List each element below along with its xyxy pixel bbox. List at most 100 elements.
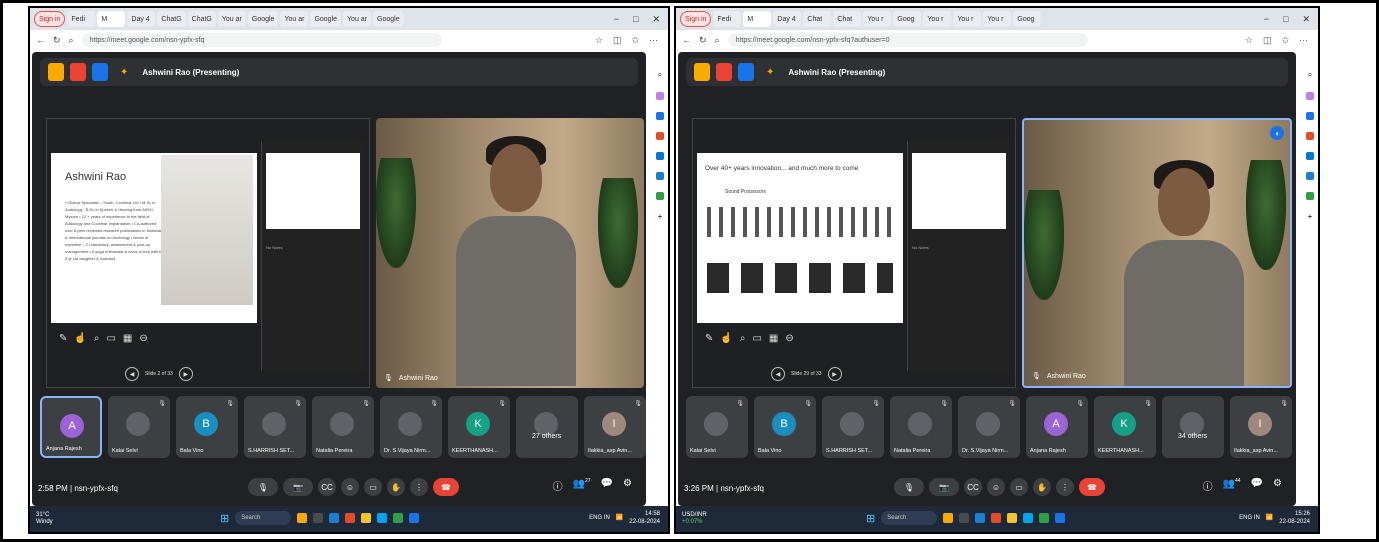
- weather-widget[interactable]: 31°C Windy: [36, 512, 53, 526]
- tab-7[interactable]: Google: [247, 11, 279, 27]
- minimize-icon[interactable]: −: [1264, 14, 1269, 25]
- tray-lang[interactable]: ENG IN: [1239, 514, 1260, 522]
- tray-time[interactable]: 15:26: [1279, 510, 1310, 518]
- favorites-icon[interactable]: ✩: [1281, 35, 1289, 46]
- sidebar-search-icon[interactable]: ⌕: [658, 70, 662, 80]
- others-tile[interactable]: 34 others: [1162, 396, 1224, 458]
- app-icon[interactable]: [943, 513, 954, 523]
- tab-4[interactable]: ChatG: [157, 11, 186, 27]
- tab-9[interactable]: You r: [953, 11, 982, 27]
- folder-icon[interactable]: [1007, 513, 1018, 523]
- app-icon[interactable]: [393, 513, 404, 523]
- record-app-icon[interactable]: [716, 63, 732, 81]
- pen-icon[interactable]: ✎: [705, 333, 713, 344]
- maximize-icon[interactable]: □: [633, 14, 638, 25]
- next-slide-thumbnail[interactable]: [912, 153, 1006, 229]
- participant-tile[interactable]: K 🎙 KEERTHANASH...: [448, 396, 510, 458]
- app-icon[interactable]: [313, 513, 324, 523]
- ticker-widget[interactable]: USD/INR +0.07%: [682, 512, 707, 526]
- sign-in-button[interactable]: Sign in: [680, 11, 712, 27]
- add-icon[interactable]: +: [658, 212, 663, 221]
- activities-icon[interactable]: ⚙: [1273, 478, 1282, 493]
- zoom-icon[interactable]: ⌕: [740, 333, 746, 344]
- leave-call-button[interactable]: ☎: [1079, 478, 1105, 496]
- minus-icon[interactable]: ⊖: [785, 333, 793, 344]
- tab-10[interactable]: You r: [983, 11, 1012, 27]
- participant-tile[interactable]: 🎙 S.HARRISH SET...: [244, 396, 306, 458]
- participant-tile[interactable]: I 🎙 Ilakkia_asp Avin...: [1230, 396, 1292, 458]
- star-icon[interactable]: ☆: [1245, 35, 1253, 46]
- taskbar-search[interactable]: Search: [235, 511, 292, 525]
- sign-in-button[interactable]: Sign in: [34, 11, 66, 27]
- captions-button[interactable]: CC: [964, 478, 982, 496]
- docs-app-icon[interactable]: [738, 63, 754, 81]
- add-icon[interactable]: +: [1308, 212, 1313, 221]
- windows-start-icon[interactable]: ⊞: [866, 512, 875, 525]
- star-icon[interactable]: ☆: [595, 35, 603, 46]
- speaker-video[interactable]: ◖ 🎙 Ashwini Rao: [1022, 118, 1292, 388]
- folder-icon[interactable]: [361, 513, 372, 523]
- raise-hand-button[interactable]: ✋: [387, 478, 405, 496]
- games-icon[interactable]: [656, 192, 664, 200]
- camera-button[interactable]: 📷: [929, 478, 959, 496]
- copilot-icon[interactable]: [1306, 92, 1314, 100]
- mic-button[interactable]: 🎙: [894, 478, 924, 496]
- app-icon[interactable]: [345, 513, 356, 523]
- app-icon[interactable]: [1055, 513, 1066, 523]
- copilot-icon[interactable]: [656, 92, 664, 100]
- more-icon[interactable]: ⋯: [649, 35, 658, 46]
- mic-button[interactable]: 🎙: [248, 478, 278, 496]
- prev-slide-button[interactable]: ◀: [771, 367, 785, 381]
- tab-3[interactable]: Day 4: [127, 11, 156, 27]
- app-icon[interactable]: [975, 513, 986, 523]
- tab-4[interactable]: Chat: [803, 11, 832, 27]
- pointer-icon[interactable]: ☝: [74, 333, 86, 344]
- office-icon[interactable]: [656, 152, 664, 160]
- minus-icon[interactable]: ⊖: [139, 333, 147, 344]
- tools-icon[interactable]: [1306, 132, 1314, 140]
- docs-app-icon[interactable]: [92, 63, 108, 81]
- participant-tile[interactable]: A 🎙 Anjana Rajesh: [1026, 396, 1088, 458]
- leave-call-button[interactable]: ☎: [433, 478, 459, 496]
- maximize-icon[interactable]: □: [1283, 14, 1288, 25]
- split-screen-icon[interactable]: ◫: [1263, 35, 1272, 46]
- tab-10[interactable]: You ar: [343, 11, 372, 27]
- next-slide-thumbnail[interactable]: [266, 153, 360, 229]
- speaker-video[interactable]: 🎙 Ashwini Rao: [376, 118, 644, 388]
- app-icon[interactable]: [1023, 513, 1034, 523]
- people-icon[interactable]: 👥44: [1223, 478, 1241, 493]
- more-options-button[interactable]: ⋮: [410, 478, 428, 496]
- app-icon[interactable]: [959, 513, 970, 523]
- prev-slide-button[interactable]: ◀: [125, 367, 139, 381]
- tray-time[interactable]: 14:58: [629, 510, 660, 518]
- shopping-icon[interactable]: [1306, 112, 1314, 120]
- info-icon[interactable]: ⓘ: [553, 478, 563, 493]
- tab-8[interactable]: You r: [923, 11, 952, 27]
- back-icon[interactable]: ←: [682, 35, 691, 45]
- present-button[interactable]: ▭: [1010, 478, 1028, 496]
- search-icon[interactable]: ⌕: [69, 35, 74, 46]
- whiteboard-app-icon[interactable]: [48, 63, 64, 81]
- url-field[interactable]: https://meet.google.com/nsn-ypfx-sfq: [81, 33, 442, 47]
- wifi-icon[interactable]: 📶: [616, 514, 623, 522]
- camera-button[interactable]: 📷: [283, 478, 313, 496]
- close-icon[interactable]: ✕: [652, 14, 660, 25]
- tab-9[interactable]: Google: [310, 11, 342, 27]
- taskbar-search[interactable]: Search: [881, 511, 938, 525]
- tab-1[interactable]: Fedi: [713, 11, 742, 27]
- search-icon[interactable]: ⌕: [715, 35, 720, 46]
- participant-tile[interactable]: 🎙 Natalia Pereira: [890, 396, 952, 458]
- tab-1[interactable]: Fedi: [67, 11, 96, 27]
- whiteboard-app-icon[interactable]: [694, 63, 710, 81]
- grid-icon[interactable]: ▦: [769, 333, 778, 344]
- reload-icon[interactable]: ↻: [699, 35, 707, 46]
- tab-8[interactable]: You ar: [280, 11, 309, 27]
- more-icon[interactable]: ⋯: [1299, 35, 1308, 46]
- tab-meet[interactable]: M: [97, 11, 126, 27]
- participant-tile[interactable]: 🎙 S.HARRISH SET...: [822, 396, 884, 458]
- app-icon[interactable]: [297, 513, 308, 523]
- participant-tile[interactable]: A Anjana Rajesh: [40, 396, 102, 458]
- chat-icon[interactable]: 💬: [601, 478, 613, 493]
- participant-tile[interactable]: 🎙 Kalai Selvi: [108, 396, 170, 458]
- tray-date[interactable]: 22-08-2024: [1279, 518, 1310, 526]
